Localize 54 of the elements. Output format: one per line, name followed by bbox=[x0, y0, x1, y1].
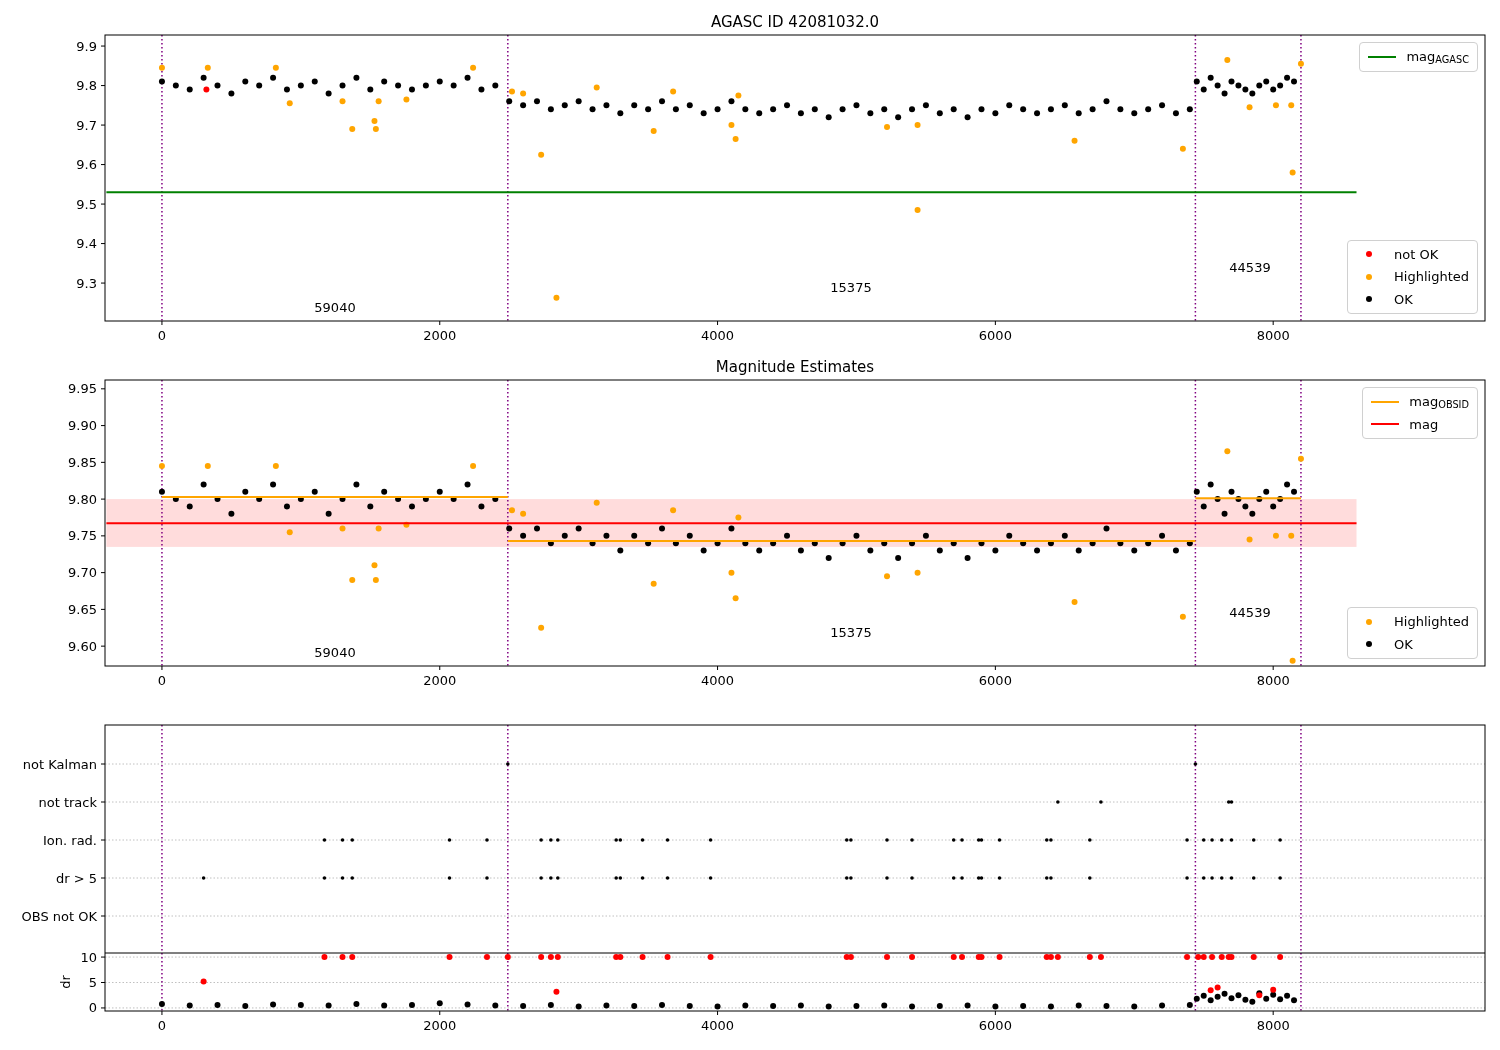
y-tick-label: 9.65 bbox=[68, 601, 97, 617]
y-tick-label: 9.60 bbox=[68, 638, 97, 654]
legend-label: not OK bbox=[1394, 245, 1440, 264]
y-tick-label: 9.5 bbox=[76, 196, 97, 212]
x-tick-label: 2000 bbox=[423, 1018, 457, 1033]
y-tick-label: not Kalman bbox=[22, 756, 97, 772]
x-tick-label: 6000 bbox=[978, 328, 1012, 343]
y-tick-label: 9.9 bbox=[76, 38, 97, 54]
x-tick-label: 6000 bbox=[978, 1018, 1012, 1033]
legend-label: mag bbox=[1409, 415, 1440, 434]
y-tick-label: 9.95 bbox=[68, 381, 97, 397]
chart-title: AGASC ID 42081032.0 bbox=[711, 13, 879, 31]
legend-label: Highlighted bbox=[1394, 268, 1470, 286]
x-tick-label: 0 bbox=[157, 673, 167, 688]
y-tick-label: 9.90 bbox=[68, 418, 97, 434]
legend-label: OK bbox=[1394, 290, 1414, 309]
y-tick-label: 9.7 bbox=[76, 117, 97, 133]
legend-label: OK bbox=[1394, 635, 1414, 654]
legend-label: Highlighted bbox=[1394, 613, 1470, 631]
y-tick-label: 9.75 bbox=[68, 528, 97, 544]
x-tick-label: 0 bbox=[157, 328, 167, 343]
x-tick-label: 8000 bbox=[1256, 673, 1290, 688]
y-tick-label: not track bbox=[38, 794, 97, 810]
y-tick-label: 9.6 bbox=[76, 157, 97, 173]
legend-label: mag$_{AGASC}$ bbox=[1406, 48, 1470, 67]
y-tick-label: dr > 5 bbox=[55, 870, 97, 886]
x-tick-label: 4000 bbox=[701, 1018, 735, 1033]
segment-count-label: 44539 bbox=[1229, 605, 1271, 620]
y-tick-label: Ion. rad. bbox=[43, 832, 97, 848]
segment-count-label: 44539 bbox=[1229, 260, 1271, 275]
y-tick-label: OBS not OK bbox=[21, 908, 97, 924]
y-tick-label: 9.4 bbox=[76, 236, 97, 252]
x-tick-label: 0 bbox=[157, 1018, 167, 1033]
x-tick-label: 4000 bbox=[701, 328, 735, 343]
segment-count-label: 15375 bbox=[830, 625, 872, 640]
segment-count-label: 59040 bbox=[314, 300, 356, 315]
x-tick-label: 8000 bbox=[1256, 328, 1290, 343]
y-tick-label: 9.80 bbox=[68, 491, 97, 507]
y-tick-label: 9.70 bbox=[68, 565, 97, 581]
y-tick-label: 9.85 bbox=[68, 454, 97, 470]
segment-count-label: 59040 bbox=[314, 645, 356, 660]
x-tick-label: 6000 bbox=[978, 673, 1012, 688]
x-tick-label: 2000 bbox=[423, 673, 457, 688]
x-tick-label: 4000 bbox=[701, 673, 735, 688]
x-tick-label: 8000 bbox=[1256, 1018, 1290, 1033]
chart-title: Magnitude Estimates bbox=[715, 358, 875, 376]
y-axis-label: dr bbox=[58, 975, 73, 989]
segment-count-label: 15375 bbox=[830, 280, 872, 295]
x-tick-label: 2000 bbox=[423, 328, 457, 343]
y-tick-label: 9.8 bbox=[76, 78, 97, 94]
legend-label: mag$_{OBSID}$ bbox=[1409, 393, 1470, 412]
y-tick-label: 5 bbox=[88, 975, 97, 990]
y-tick-label: 9.3 bbox=[76, 275, 97, 291]
y-tick-label: 0 bbox=[88, 1000, 97, 1016]
